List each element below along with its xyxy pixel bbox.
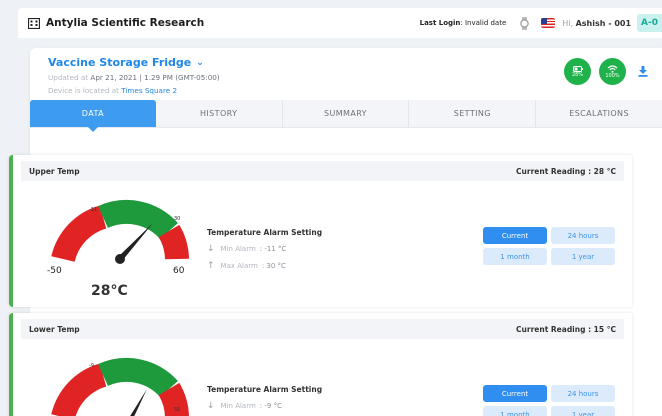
temperature-gauge: -11 30 -50 60 28°C	[47, 199, 189, 299]
range-1month-button[interactable]: 1 month	[483, 406, 547, 416]
download-button[interactable]	[636, 66, 650, 77]
range-1year-button[interactable]: 1 year	[551, 406, 615, 416]
panel-title: Upper Temp	[29, 166, 80, 176]
alarm-settings: Temperature Alarm Setting ↓ Min Alarm: -1…	[207, 228, 322, 271]
gauge-value: 28°C	[91, 283, 128, 299]
arrow-down-icon: ↓	[207, 401, 215, 411]
device-location: Device is located at Times Square 2	[48, 86, 178, 95]
gauge-low-mark: -9	[89, 363, 94, 369]
tab-setting[interactable]: SETTING	[409, 100, 537, 127]
arrow-up-icon: ↑	[207, 261, 215, 271]
building-icon	[28, 17, 40, 29]
wifi-icon	[607, 64, 618, 73]
panel-header: Lower Temp Current Reading : 15 °C	[21, 319, 624, 339]
gauge-max: 60	[173, 266, 185, 276]
range-buttons: Current 24 hours 1 month 1 year	[483, 227, 615, 265]
chevron-down-icon: ⌄	[196, 57, 204, 68]
max-alarm: ↑ Max Alarm: 30 °C	[207, 261, 286, 271]
gauge-min: -50	[47, 266, 62, 276]
range-current-button[interactable]: Current	[483, 227, 547, 244]
gauge-high-mark: 30	[174, 216, 180, 222]
tab-data[interactable]: DATA	[30, 100, 156, 132]
range-24h-button[interactable]: 24 hours	[551, 227, 615, 244]
download-icon	[638, 66, 648, 77]
temperature-gauge: -9 55	[51, 357, 189, 416]
signal-status: 100%	[599, 58, 626, 85]
lower-temp-panel: Lower Temp Current Reading : 15 °C -9 55…	[9, 313, 632, 416]
panel-title: Lower Temp	[29, 324, 80, 334]
arrow-down-icon: ↓	[207, 244, 215, 254]
current-reading: Current Reading : 15 °C	[516, 324, 616, 334]
range-1year-button[interactable]: 1 year	[551, 248, 615, 265]
tab-bar: DATA HISTORY SUMMARY SETTING ESCALATIONS	[30, 100, 662, 132]
us-flag-icon[interactable]	[541, 18, 556, 28]
device-title: Vaccine Storage Fridge	[48, 56, 192, 69]
range-buttons: Current 24 hours 1 month 1 year	[483, 385, 615, 416]
last-login: Last Login: Invalid date	[419, 19, 507, 27]
range-24h-button[interactable]: 24 hours	[551, 385, 615, 402]
battery-status: 28%	[564, 58, 591, 85]
avatar[interactable]: A-0	[637, 14, 662, 32]
min-alarm: ↓ Min Alarm: -11 °C	[207, 244, 287, 254]
alarm-title: Temperature Alarm Setting	[207, 385, 323, 394]
gauge-low-mark: -11	[89, 207, 97, 213]
top-bar: Antylia Scientific Research Last Login: …	[18, 8, 662, 38]
battery-icon	[572, 65, 583, 72]
range-1month-button[interactable]: 1 month	[483, 248, 547, 265]
tab-summary[interactable]: SUMMARY	[283, 100, 410, 127]
brand[interactable]: Antylia Scientific Research	[28, 17, 204, 29]
tab-escalations[interactable]: ESCALATIONS	[536, 100, 662, 127]
updated-at: Updated at Apr 21, 2021 | 1.29 PM (GMT-0…	[48, 73, 220, 82]
gauge-high-mark: 55	[174, 407, 180, 413]
alarm-settings: Temperature Alarm Setting ↓ Min Alarm: -9…	[207, 385, 322, 411]
user-greeting[interactable]: Hi, Ashish - 001	[562, 19, 631, 28]
alarm-title: Temperature Alarm Setting	[207, 228, 323, 237]
upper-temp-panel: Upper Temp Current Reading : 28 °C -11 3…	[9, 155, 632, 307]
watch-icon[interactable]	[520, 16, 529, 30]
current-reading: Current Reading : 28 °C	[516, 166, 616, 176]
brand-name: Antylia Scientific Research	[46, 17, 205, 29]
panel-header: Upper Temp Current Reading : 28 °C	[21, 161, 624, 181]
min-alarm: ↓ Min Alarm: -9 °C	[207, 401, 282, 411]
device-selector[interactable]: Vaccine Storage Fridge ⌄	[48, 56, 220, 69]
range-current-button[interactable]: Current	[483, 385, 547, 402]
tab-history[interactable]: HISTORY	[156, 100, 283, 127]
